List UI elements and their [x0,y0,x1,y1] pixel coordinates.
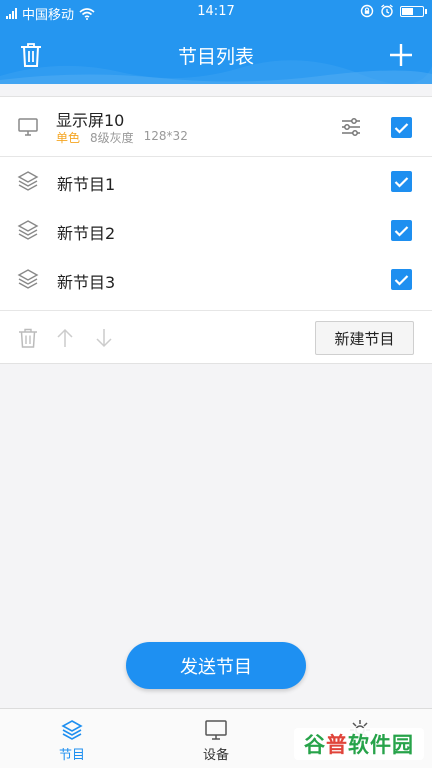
page-title: 节目列表 [177,46,254,68]
program-checkbox[interactable] [391,171,412,192]
display-name: 显示屏10 [56,111,125,130]
layers-icon [17,269,39,289]
program-checkbox[interactable] [391,269,412,290]
program-row[interactable]: 新节目2 [0,206,432,255]
watermark-logo: 谷普软件园 [294,728,424,760]
monitor-icon [205,720,227,740]
program-label: 新节目1 [57,175,116,194]
program-label: 新节目2 [57,224,116,243]
sliders-icon[interactable] [339,115,363,139]
arrow-down-icon[interactable] [93,327,115,349]
status-bar: 中国移动 14:17 [0,0,432,24]
alarm-icon [381,4,393,18]
display-grayscale: 8级灰度 [90,131,134,145]
checkmark-icon [394,122,409,134]
monitor-icon [18,118,38,136]
display-meta: 单色 8级灰度 128*32 [56,129,188,146]
tab-devices[interactable]: 设备 [144,709,288,768]
tab-programs[interactable]: 节目 [0,709,144,768]
program-label: 新节目3 [57,273,116,292]
program-row[interactable]: 新节目3 [0,255,432,304]
display-row[interactable]: 显示屏10 单色 8级灰度 128*32 [0,97,432,157]
arrow-up-icon[interactable] [54,327,76,349]
program-checkbox[interactable] [391,220,412,241]
battery-icon [400,5,427,17]
display-checkbox[interactable] [391,117,412,138]
layers-icon [17,220,39,240]
add-program-button[interactable] [386,40,416,70]
display-resolution: 128*32 [143,129,188,143]
rotation-lock-icon [360,4,374,18]
program-row[interactable]: 新节目1 [0,157,432,206]
display-mode: 单色 [56,131,81,145]
checkmark-icon [394,176,409,188]
new-program-button[interactable]: 新建节目 [315,321,414,355]
checkmark-icon [394,225,409,237]
app-header: 中国移动 14:17 节目列表 [0,0,432,84]
program-list: 显示屏10 单色 8级灰度 128*32 新节目1 新节目2 新节目3 新建节目 [0,96,432,364]
tab-label: 节目 [58,748,85,763]
layers-icon [17,171,39,191]
plus-icon [390,44,412,66]
layers-icon [61,720,83,740]
trash-icon[interactable] [17,327,39,349]
tab-label: 设备 [202,748,229,763]
send-program-button[interactable]: 发送节目 [126,642,306,689]
list-toolbar: 新建节目 [0,310,432,364]
checkmark-icon [394,274,409,286]
